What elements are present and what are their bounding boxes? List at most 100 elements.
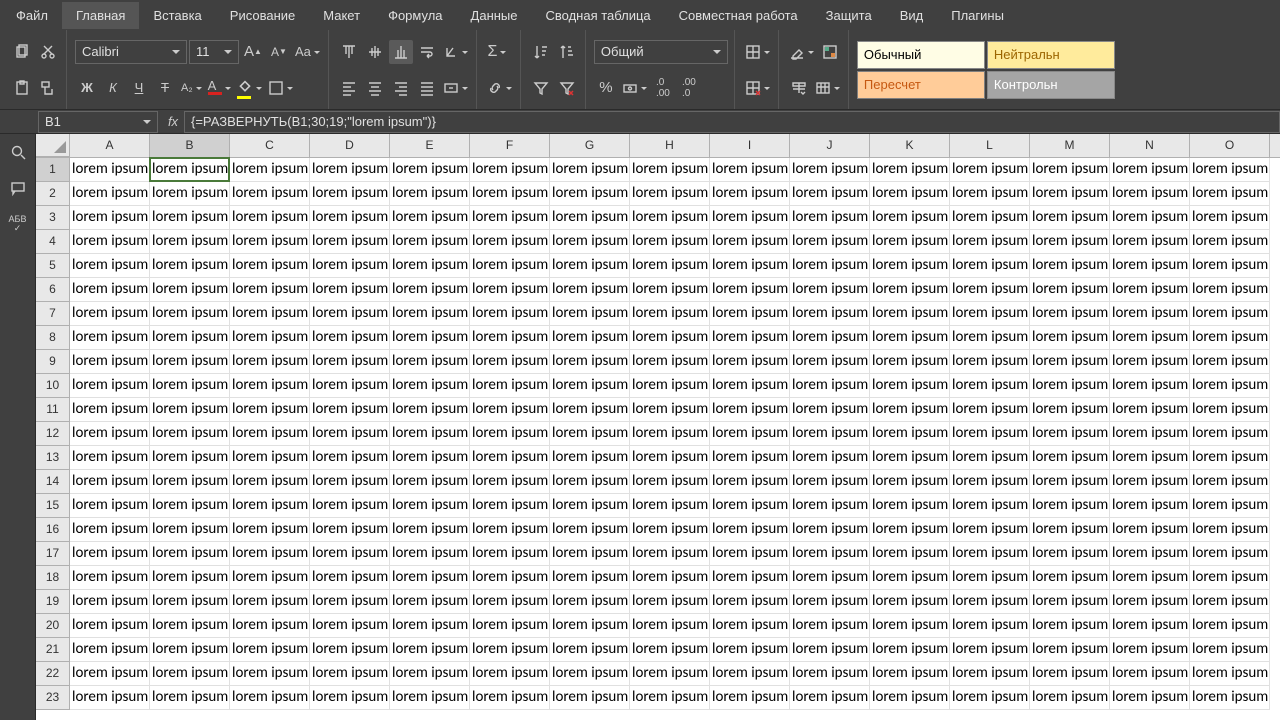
style-normal[interactable]: Обычный xyxy=(857,41,985,69)
cell[interactable]: lorem ipsum xyxy=(1030,158,1110,182)
cell[interactable]: lorem ipsum xyxy=(390,278,470,302)
cell[interactable]: lorem ipsum xyxy=(710,254,790,278)
format-table-icon[interactable] xyxy=(813,76,842,100)
menu-рисование[interactable]: Рисование xyxy=(216,2,309,29)
cell[interactable]: lorem ipsum xyxy=(1110,518,1190,542)
cell[interactable]: lorem ipsum xyxy=(1110,662,1190,686)
cell[interactable]: lorem ipsum xyxy=(70,182,150,206)
cell[interactable]: lorem ipsum xyxy=(630,278,710,302)
cell[interactable]: lorem ipsum xyxy=(1190,374,1270,398)
cell[interactable]: lorem ipsum xyxy=(470,254,550,278)
cell[interactable]: lorem ipsum xyxy=(390,614,470,638)
cell[interactable]: lorem ipsum xyxy=(1030,614,1110,638)
currency-format-icon[interactable] xyxy=(620,76,649,100)
cell[interactable]: lorem ipsum xyxy=(310,230,390,254)
cell[interactable]: lorem ipsum xyxy=(630,326,710,350)
cell[interactable]: lorem ipsum xyxy=(550,590,630,614)
cell[interactable]: lorem ipsum xyxy=(710,182,790,206)
cell[interactable]: lorem ipsum xyxy=(630,446,710,470)
cell[interactable]: lorem ipsum xyxy=(950,446,1030,470)
cell[interactable]: lorem ipsum xyxy=(630,590,710,614)
cell[interactable]: lorem ipsum xyxy=(1110,470,1190,494)
cell[interactable]: lorem ipsum xyxy=(550,158,630,182)
row-header[interactable]: 15 xyxy=(36,494,70,518)
cell[interactable]: lorem ipsum xyxy=(870,494,950,518)
cell[interactable]: lorem ipsum xyxy=(1110,638,1190,662)
cell[interactable]: lorem ipsum xyxy=(870,398,950,422)
row-header[interactable]: 11 xyxy=(36,398,70,422)
menu-сводная таблица[interactable]: Сводная таблица xyxy=(532,2,665,29)
cell[interactable]: lorem ipsum xyxy=(150,566,230,590)
cell[interactable]: lorem ipsum xyxy=(390,494,470,518)
cell[interactable]: lorem ipsum xyxy=(150,638,230,662)
cell[interactable]: lorem ipsum xyxy=(150,350,230,374)
cell[interactable]: lorem ipsum xyxy=(790,686,870,710)
increase-decimal-icon[interactable]: .00.0 xyxy=(677,76,701,100)
cell[interactable]: lorem ipsum xyxy=(1190,470,1270,494)
cell[interactable]: lorem ipsum xyxy=(950,230,1030,254)
cell[interactable]: lorem ipsum xyxy=(230,326,310,350)
menu-макет[interactable]: Макет xyxy=(309,2,374,29)
cell[interactable]: lorem ipsum xyxy=(1110,350,1190,374)
style-neutral[interactable]: Нейтральн xyxy=(987,41,1115,69)
column-header[interactable]: I xyxy=(710,134,790,157)
row-header[interactable]: 13 xyxy=(36,446,70,470)
cell[interactable]: lorem ipsum xyxy=(630,254,710,278)
font-size-select[interactable]: 11 xyxy=(189,40,239,64)
cell[interactable]: lorem ipsum xyxy=(70,686,150,710)
percent-format-icon[interactable]: % xyxy=(594,76,618,100)
cell[interactable]: lorem ipsum xyxy=(710,518,790,542)
column-header[interactable]: F xyxy=(470,134,550,157)
cell[interactable]: lorem ipsum xyxy=(550,422,630,446)
cell[interactable]: lorem ipsum xyxy=(790,638,870,662)
cell[interactable]: lorem ipsum xyxy=(1030,230,1110,254)
cell[interactable]: lorem ipsum xyxy=(470,614,550,638)
cell[interactable]: lorem ipsum xyxy=(310,566,390,590)
cell[interactable]: lorem ipsum xyxy=(470,446,550,470)
cell[interactable]: lorem ipsum xyxy=(1030,206,1110,230)
row-header[interactable]: 18 xyxy=(36,566,70,590)
cell[interactable]: lorem ipsum xyxy=(870,590,950,614)
cell[interactable]: lorem ipsum xyxy=(630,518,710,542)
cell[interactable]: lorem ipsum xyxy=(310,302,390,326)
cell[interactable]: lorem ipsum xyxy=(950,470,1030,494)
subscript-superscript-icon[interactable]: A₂ xyxy=(179,76,204,100)
cell[interactable]: lorem ipsum xyxy=(230,206,310,230)
filter-icon[interactable] xyxy=(529,76,553,100)
cell[interactable]: lorem ipsum xyxy=(950,158,1030,182)
cell[interactable]: lorem ipsum xyxy=(470,326,550,350)
cell[interactable]: lorem ipsum xyxy=(950,398,1030,422)
cell[interactable]: lorem ipsum xyxy=(710,326,790,350)
cell[interactable]: lorem ipsum xyxy=(630,614,710,638)
cell[interactable]: lorem ipsum xyxy=(1190,686,1270,710)
row-header[interactable]: 17 xyxy=(36,542,70,566)
cell[interactable]: lorem ipsum xyxy=(310,206,390,230)
cell[interactable]: lorem ipsum xyxy=(1030,326,1110,350)
cell[interactable]: lorem ipsum xyxy=(710,302,790,326)
cell[interactable]: lorem ipsum xyxy=(550,470,630,494)
cell[interactable]: lorem ipsum xyxy=(390,326,470,350)
cell[interactable]: lorem ipsum xyxy=(310,350,390,374)
cell[interactable]: lorem ipsum xyxy=(630,302,710,326)
decrease-decimal-icon[interactable]: .0.00 xyxy=(651,76,675,100)
cell[interactable]: lorem ipsum xyxy=(630,686,710,710)
align-bottom-icon[interactable] xyxy=(389,40,413,64)
column-header[interactable]: H xyxy=(630,134,710,157)
cell[interactable]: lorem ipsum xyxy=(950,374,1030,398)
menu-данные[interactable]: Данные xyxy=(457,2,532,29)
cell[interactable]: lorem ipsum xyxy=(390,158,470,182)
change-case-icon[interactable]: Aa xyxy=(293,40,322,64)
cell[interactable]: lorem ipsum xyxy=(70,350,150,374)
cell[interactable]: lorem ipsum xyxy=(630,182,710,206)
cell[interactable]: lorem ipsum xyxy=(1030,566,1110,590)
cell[interactable]: lorem ipsum xyxy=(390,350,470,374)
sort-desc-icon[interactable] xyxy=(555,40,579,64)
fx-icon[interactable]: fx xyxy=(162,114,184,129)
cell[interactable]: lorem ipsum xyxy=(1110,302,1190,326)
cell[interactable]: lorem ipsum xyxy=(310,470,390,494)
cell[interactable]: lorem ipsum xyxy=(70,326,150,350)
cell[interactable]: lorem ipsum xyxy=(550,182,630,206)
cell[interactable]: lorem ipsum xyxy=(870,422,950,446)
column-header[interactable]: E xyxy=(390,134,470,157)
insert-link-icon[interactable] xyxy=(485,76,514,100)
